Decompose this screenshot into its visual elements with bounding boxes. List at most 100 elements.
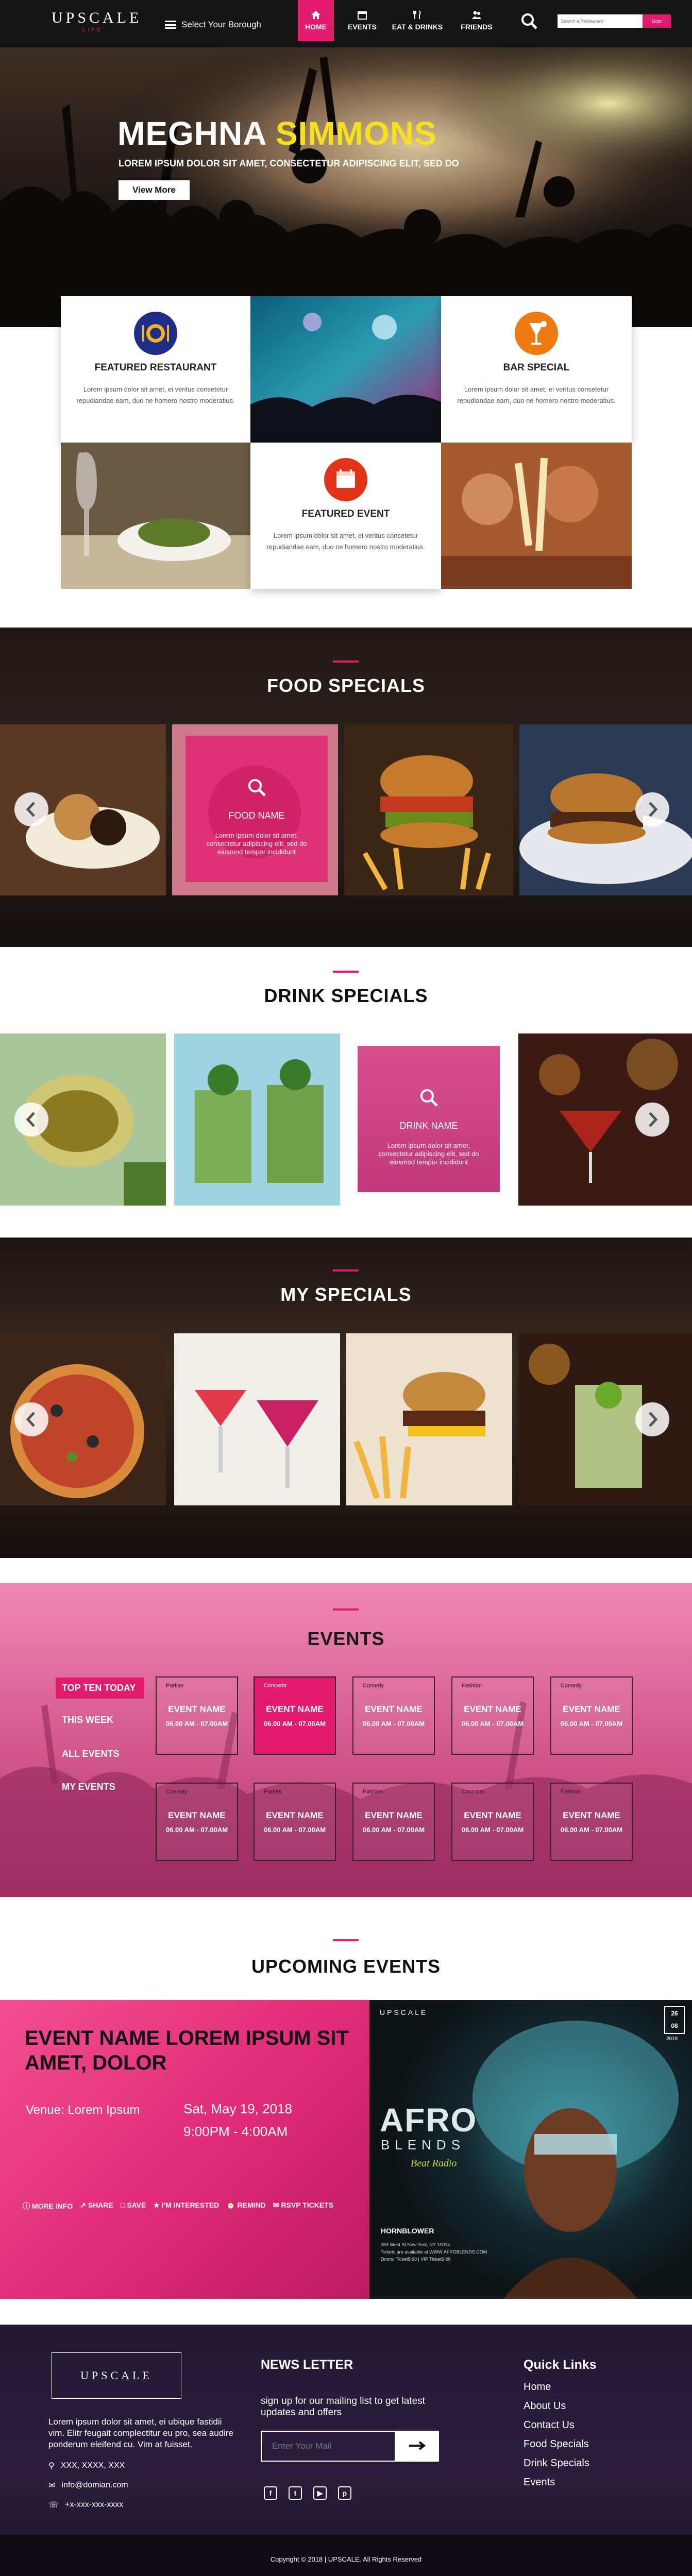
drink-specials-title: DRINK SPECIALS	[264, 985, 428, 1006]
quick-link-contact[interactable]: Contact Us	[524, 2419, 589, 2431]
featured-restaurant-card[interactable]: FEATURED RESTAURANT Lorem ipsum dolor si…	[61, 296, 250, 443]
event-card[interactable]: Concerts EVENT NAME 06.00 AM - 07.00AM	[254, 1676, 336, 1755]
food-slide-salad[interactable]: FOOD NAME Lorem ipsum dolor sit amet, co…	[172, 724, 338, 895]
upcoming-date: Sat, May 19, 2018	[183, 2101, 293, 2116]
section-divider	[333, 1608, 359, 1611]
site-logo[interactable]: UPSCALE LIFE	[52, 9, 149, 38]
featured-event-card[interactable]: FEATURED EVENT Lorem ipsum dolor sit ame…	[250, 443, 441, 589]
more-info-link[interactable]: ⓘ MORE INFO	[23, 2201, 73, 2211]
event-card[interactable]: Fashion EVENT NAME 06.00 AM - 07.00AM	[352, 1783, 435, 1861]
borough-selector[interactable]: Select Your Borough	[165, 20, 261, 30]
food-next-arrow[interactable]	[635, 792, 669, 826]
food-overlay-text: Lorem ipsum dolor sit amet, consectetur …	[206, 832, 307, 856]
remind-link[interactable]: ⏰ REMIND	[226, 2201, 266, 2211]
friends-icon	[472, 11, 481, 19]
upcoming-time: 9:00PM - 4:00AM	[183, 2124, 288, 2139]
event-category: Comedy	[561, 1683, 582, 1689]
bar-special-text: Lorem ipsum dolor sit amet, ei veritus c…	[457, 385, 616, 404]
event-card[interactable]: Parties EVENT NAME 06.00 AM - 07.00AM	[156, 1676, 238, 1755]
section-divider	[333, 660, 359, 663]
nav-events[interactable]: EVENTS	[340, 0, 384, 41]
quick-link-about[interactable]: About Us	[524, 2400, 589, 2412]
drink-overlay[interactable]: DRINK NAME Lorem ipsum dolor sit amet, c…	[358, 1046, 500, 1192]
drink-slide-mojito[interactable]	[174, 1033, 340, 1206]
my-slide-burger-fries[interactable]	[346, 1333, 512, 1505]
tab-top-ten-today[interactable]: TOP TEN TODAY	[56, 1677, 144, 1699]
pinterest-icon[interactable]: p	[338, 2486, 351, 2500]
home-icon	[311, 11, 320, 19]
hero-title-white: MEGHNA	[117, 115, 266, 152]
food-prev-arrow[interactable]	[14, 792, 48, 826]
event-card[interactable]: Comedy EVENT NAME 06.00 AM - 07.00AM	[156, 1783, 238, 1861]
events-title: EVENTS	[307, 1628, 385, 1649]
poster-tickets: Tickets are available at WWW.AFROBLENDS.…	[381, 2249, 487, 2255]
quick-link-food[interactable]: Food Specials	[524, 2438, 589, 2450]
featured-event-text: Lorem ipsum dolor sit amet, ei veritus c…	[266, 532, 425, 551]
drink-next-arrow[interactable]	[635, 1103, 669, 1137]
drink-prev-arrow[interactable]	[14, 1103, 48, 1137]
event-card[interactable]: Fashion EVENT NAME 06.00 AM - 07.00AM	[451, 1676, 534, 1755]
event-name: EVENT NAME	[464, 1704, 521, 1714]
chevron-right-icon	[649, 1412, 658, 1427]
my-next-arrow[interactable]	[635, 1402, 669, 1436]
footer-email[interactable]: ✉ info@domian.com	[48, 2480, 128, 2490]
event-card[interactable]: Concerts EVENT NAME 06.00 AM - 07.00AM	[451, 1783, 534, 1861]
upcoming-actions: ⓘ MORE INFO ↗ SHARE □ SAVE ★ I'M INTERES…	[23, 2201, 333, 2211]
nav-eat-drinks[interactable]: EAT & DRINKS	[387, 0, 447, 41]
upcoming-event-panel: EVENT NAME LOREM IPSUM SIT AMET, DOLOR V…	[0, 2000, 369, 2299]
rsvp-tickets-link[interactable]: ✉ RSVP TICKETS	[273, 2201, 333, 2211]
event-name: EVENT NAME	[365, 1704, 423, 1714]
search-icon	[248, 779, 266, 796]
youtube-icon[interactable]: ▶	[313, 2486, 327, 2500]
quick-link-events[interactable]: Events	[524, 2477, 589, 2488]
save-link[interactable]: □ SAVE	[121, 2201, 146, 2211]
tab-all-events[interactable]: ALL EVENTS	[56, 1743, 126, 1765]
food-overlay[interactable]: FOOD NAME Lorem ipsum dolor sit amet, co…	[185, 736, 328, 882]
newsletter-submit-button[interactable]	[396, 2431, 439, 2462]
nav-friends[interactable]: FRIENDS	[453, 0, 500, 41]
nav-friends-label: FRIENDS	[461, 23, 493, 31]
quick-link-drink[interactable]: Drink Specials	[524, 2458, 589, 2469]
footer-logo[interactable]: UPSCALE	[52, 2352, 181, 2399]
restaurant-search-input[interactable]	[558, 14, 643, 28]
quick-link-home[interactable]: Home	[524, 2381, 589, 2393]
newsletter-email-input[interactable]	[261, 2431, 396, 2462]
arrow-right-icon	[409, 2441, 426, 2450]
facebook-icon[interactable]: f	[264, 2486, 277, 2500]
section-divider	[333, 1269, 359, 1272]
event-card[interactable]: Parties EVENT NAME 06.00 AM - 07.00AM	[254, 1783, 336, 1861]
drink-slide-wine[interactable]: DRINK NAME Lorem ipsum dolor sit amet, c…	[346, 1033, 512, 1206]
food-slide-burger-fries[interactable]	[344, 724, 513, 895]
afro-blends-poster[interactable]: UPSCALE 26 08 2018 AFRO BLENDS Beat Radi…	[369, 2000, 692, 2299]
search-icon[interactable]	[520, 12, 538, 30]
event-card[interactable]: Comedy EVENT NAME 06.00 AM - 07.00AM	[550, 1676, 633, 1755]
newsletter-text: sign up for our mailing list to get late…	[261, 2396, 425, 2418]
cutlery-icon	[413, 10, 421, 19]
poster-brand: AFRO	[380, 2102, 478, 2139]
hero-subtitle: LOREM IPSUM DOLOR SIT AMET, CONSECTETUR …	[119, 158, 459, 168]
food-name: FOOD NAME	[228, 810, 285, 821]
search-go-button[interactable]: Goto	[643, 14, 671, 28]
poster-brand-2: BLENDS	[381, 2137, 466, 2153]
view-more-button[interactable]: View More	[119, 180, 190, 200]
my-prev-arrow[interactable]	[14, 1402, 48, 1436]
event-card[interactable]: Fashion EVENT NAME 06.00 AM - 07.00AM	[550, 1783, 633, 1861]
event-category: Comedy	[363, 1683, 384, 1689]
event-card[interactable]: Comedy EVENT NAME 06.00 AM - 07.00AM	[352, 1676, 435, 1755]
footer-phone[interactable]: ☏ +x-xxx-xxx-xxxx	[48, 2500, 123, 2510]
share-link[interactable]: ↗ SHARE	[80, 2201, 113, 2211]
event-time: 06.00 AM - 07.00AM	[263, 1826, 326, 1834]
event-name: EVENT NAME	[464, 1810, 521, 1820]
my-slide-cocktails[interactable]	[174, 1333, 340, 1505]
tab-this-week[interactable]: THIS WEEK	[56, 1709, 120, 1731]
bar-special-card[interactable]: BAR SPECIAL Lorem ipsum dolor sit amet, …	[441, 296, 632, 443]
tab-my-events[interactable]: MY EVENTS	[56, 1776, 122, 1798]
top-navbar: UPSCALE LIFE Select Your Borough HOME EV…	[0, 0, 692, 47]
twitter-icon[interactable]: t	[289, 2486, 302, 2500]
upcoming-event-name: EVENT NAME LOREM IPSUM SIT AMET, DOLOR	[25, 2027, 349, 2074]
drink-name: DRINK NAME	[399, 1121, 458, 1131]
nav-events-label: EVENTS	[347, 23, 377, 31]
nav-home[interactable]: HOME	[298, 0, 334, 41]
interested-link[interactable]: ★ I'M INTERESTED	[153, 2201, 219, 2211]
event-name: EVENT NAME	[266, 1810, 324, 1820]
